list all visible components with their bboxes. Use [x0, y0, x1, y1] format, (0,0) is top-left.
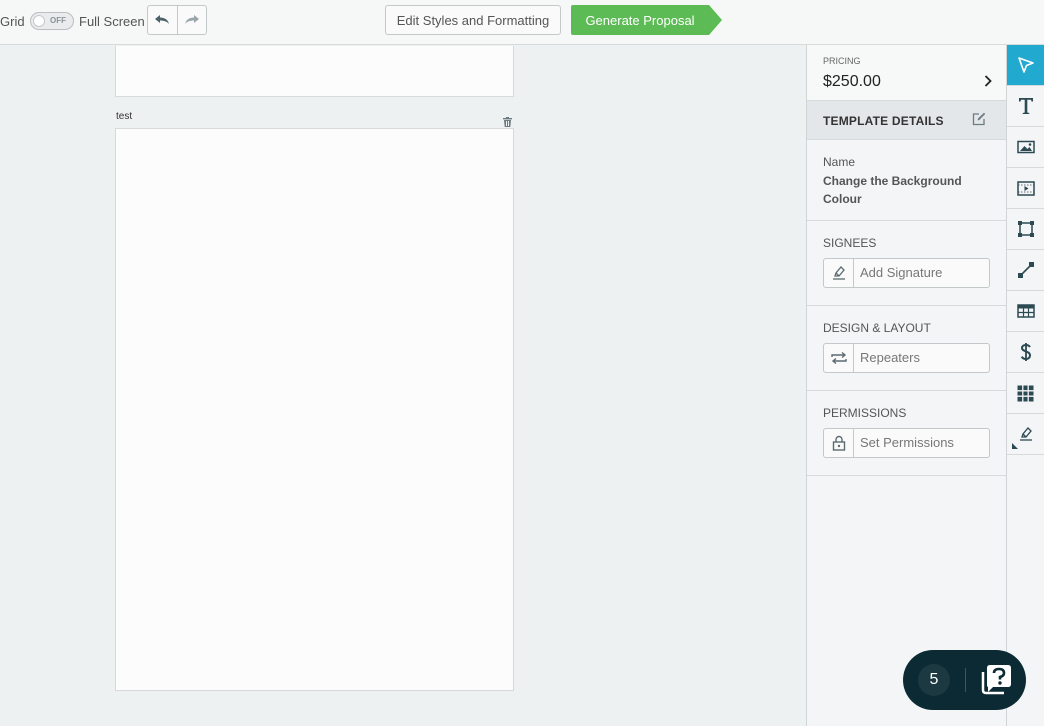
redo-icon [184, 15, 199, 24]
template-details-title: TEMPLATE DETAILS [823, 114, 944, 128]
chevron-right-icon[interactable] [984, 74, 992, 92]
template-name-section: Name Change the Background Colour [807, 140, 1006, 221]
permissions-heading: PERMISSIONS [823, 406, 907, 420]
undo-button[interactable] [148, 6, 177, 34]
lock-icon [824, 429, 854, 457]
pen-icon [824, 259, 854, 287]
repeaters-label: Repeaters [860, 350, 920, 365]
add-signature-label: Add Signature [860, 265, 943, 280]
name-label: Name [823, 155, 856, 169]
top-toolbar: Grid OFF Full Screen Edit Styles and For… [0, 0, 1044, 45]
tool-image[interactable] [1007, 127, 1044, 168]
pricing-label: PRICING [823, 56, 861, 66]
name-value: Change the Background Colour [823, 174, 962, 206]
resize-corner-icon [1012, 443, 1018, 449]
pricing-dollar-icon [1020, 343, 1031, 361]
fullscreen-label: Full Screen [79, 14, 145, 29]
toggle-knob [33, 15, 45, 27]
edit-icon[interactable] [972, 112, 986, 131]
tool-shape[interactable] [1007, 209, 1044, 250]
tool-text[interactable] [1007, 86, 1044, 127]
generate-proposal-arrow[interactable] [709, 5, 722, 35]
fullscreen-toggle[interactable]: OFF [30, 12, 74, 30]
tool-video[interactable] [1007, 168, 1044, 209]
text-icon [1018, 98, 1033, 114]
permissions-section: PERMISSIONS Set Permissions [807, 391, 1006, 476]
tool-pricing[interactable] [1007, 332, 1044, 373]
undo-icon [155, 15, 170, 24]
help-chat-icon [979, 662, 1017, 703]
tool-grid[interactable] [1007, 373, 1044, 414]
chat-count-badge: 5 [918, 664, 950, 696]
design-layout-section: DESIGN & LAYOUT Repeaters [807, 306, 1006, 391]
line-icon [1017, 262, 1034, 278]
pricing-value: $250.00 [823, 73, 881, 90]
tool-select[interactable] [1007, 45, 1044, 86]
template-details-header: TEMPLATE DETAILS [807, 101, 1006, 140]
signees-heading: SIGNEES [823, 236, 877, 250]
image-icon [1016, 140, 1035, 154]
tool-line[interactable] [1007, 250, 1044, 291]
video-icon [1016, 180, 1035, 196]
repeat-icon [824, 344, 854, 372]
tool-signature[interactable] [1007, 414, 1044, 455]
signees-section: SIGNEES Add Signature [807, 221, 1006, 306]
signature-icon [1019, 427, 1032, 441]
add-signature-button[interactable]: Add Signature [823, 258, 990, 288]
support-chat-widget[interactable]: 5 [903, 650, 1026, 710]
block-label: test [116, 111, 133, 122]
redo-button[interactable] [176, 6, 206, 34]
page-block[interactable] [115, 128, 514, 691]
set-permissions-button[interactable]: Set Permissions [823, 428, 990, 458]
repeaters-button[interactable]: Repeaters [823, 343, 990, 373]
edit-styles-button[interactable]: Edit Styles and Formatting [385, 5, 561, 35]
table-icon [1016, 304, 1035, 318]
tool-table[interactable] [1007, 291, 1044, 332]
chat-divider [965, 668, 966, 692]
set-permissions-label: Set Permissions [860, 435, 954, 450]
pricing-section[interactable]: PRICING $250.00 [807, 45, 1006, 101]
previous-page-block[interactable] [115, 46, 514, 97]
template-panel: PRICING $250.00 TEMPLATE DETAILS Name Ch… [806, 45, 1007, 726]
select-pointer-icon [1017, 57, 1034, 73]
toggle-state-label: OFF [50, 16, 66, 25]
design-layout-heading: DESIGN & LAYOUT [823, 321, 931, 335]
grid-label: Grid [0, 14, 25, 29]
shape-icon [1017, 221, 1034, 237]
undo-redo-group [147, 5, 207, 35]
grid-block-icon [1017, 385, 1034, 401]
generate-proposal-button[interactable]: Generate Proposal [571, 5, 709, 35]
tool-rail [1007, 45, 1044, 726]
